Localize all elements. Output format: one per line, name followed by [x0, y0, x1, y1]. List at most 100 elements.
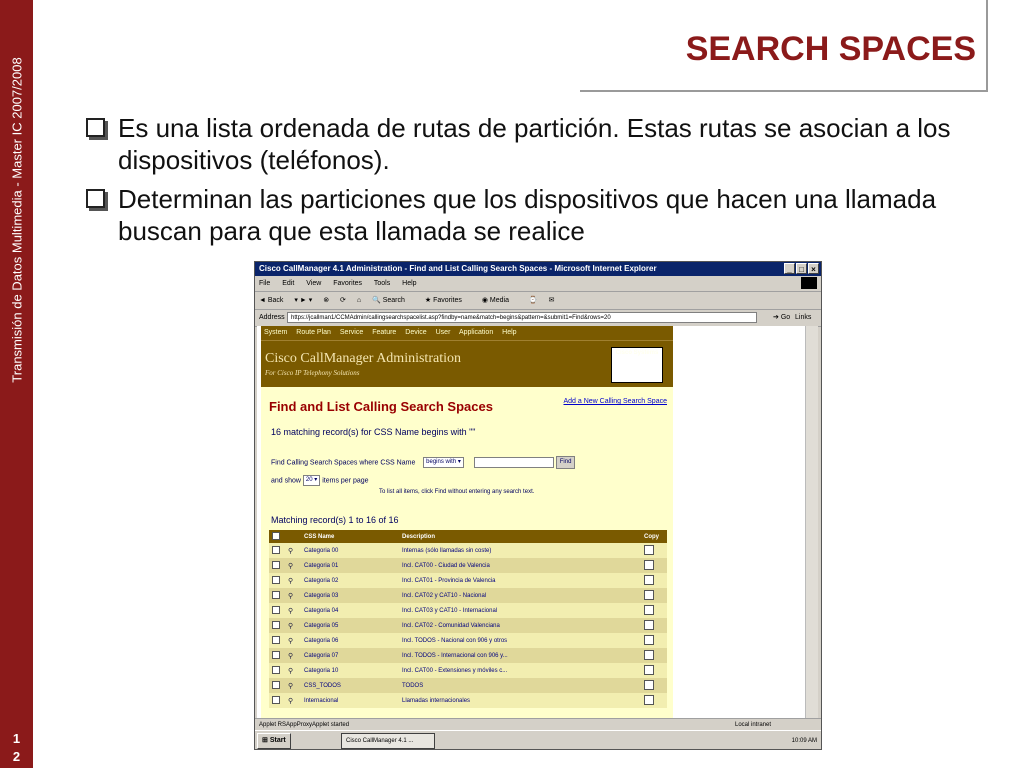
browser-status-bar: Applet RSAppProxyApplet started Local in…	[255, 718, 821, 730]
find-button[interactable]: Find	[555, 456, 576, 469]
refresh-icon[interactable]: ⟳	[340, 297, 346, 304]
ccm-menu-route-plan[interactable]: Route Plan	[296, 329, 331, 336]
browser-menu-bar: File Edit View Favorites Tools Help	[255, 276, 821, 292]
css-name-link[interactable]: Categoria 06	[301, 633, 399, 648]
vertical-scrollbar[interactable]	[805, 326, 818, 718]
css-name-link[interactable]: Categoria 03	[301, 588, 399, 603]
mail-icon[interactable]: ✉	[549, 297, 555, 304]
css-name-link[interactable]: Categoria 04	[301, 603, 399, 618]
css-name-link[interactable]: Internacional	[301, 693, 399, 708]
css-name-link[interactable]: Categoria 07	[301, 648, 399, 663]
row-checkbox[interactable]	[272, 605, 280, 614]
css-name-link[interactable]: Categoria 05	[301, 618, 399, 633]
row-checkbox[interactable]	[272, 590, 280, 599]
taskbar-browser-item[interactable]: Cisco CallManager 4.1 ...	[341, 733, 435, 749]
slide-sidebar: Transmisión de Datos Multimedia - Master…	[0, 0, 33, 768]
ccm-menu-feature[interactable]: Feature	[372, 329, 396, 336]
address-input[interactable]: https://jcallman1/CCMAdmin/callingsearch…	[287, 312, 757, 323]
back-button[interactable]: ◄ Back ▾ ► ▾	[259, 297, 312, 304]
ccm-menu-bar: System Route Plan Service Feature Device…	[261, 326, 673, 340]
row-checkbox[interactable]	[272, 635, 280, 644]
search-button[interactable]: 🔍 Search	[372, 297, 414, 304]
add-css-link[interactable]: Add a New Calling Search Space	[563, 398, 667, 405]
ccm-menu-application[interactable]: Application	[459, 329, 493, 336]
css-name-link[interactable]: CSS_TODOS	[301, 678, 399, 693]
copy-icon[interactable]	[644, 589, 654, 600]
minimize-icon[interactable]: _	[784, 263, 795, 274]
row-checkbox[interactable]	[272, 560, 280, 569]
ccm-banner-title: Cisco CallManager Administration	[265, 351, 461, 366]
copy-icon[interactable]	[644, 679, 654, 690]
copy-icon[interactable]	[644, 604, 654, 615]
links-button[interactable]: Links	[795, 310, 811, 326]
css-name-link[interactable]: Categoria 02	[301, 573, 399, 588]
css-description: Incl. CAT03 y CAT10 - Internacional	[399, 603, 641, 618]
ccm-menu-user[interactable]: User	[436, 329, 451, 336]
menu-favorites[interactable]: Favorites	[333, 280, 362, 287]
menu-help[interactable]: Help	[402, 280, 416, 287]
css-description: Internas (sólo llamadas sin coste)	[399, 543, 641, 558]
copy-icon[interactable]	[644, 619, 654, 630]
go-button[interactable]: ➔ Go	[773, 310, 790, 326]
maximize-icon[interactable]: □	[796, 263, 807, 274]
checkbox-bullet-icon	[86, 189, 105, 208]
ccm-menu-system[interactable]: System	[264, 329, 287, 336]
row-checkbox[interactable]	[272, 620, 280, 629]
row-checkbox[interactable]	[272, 650, 280, 659]
menu-edit[interactable]: Edit	[282, 280, 294, 287]
row-checkbox[interactable]	[272, 575, 280, 584]
stop-icon[interactable]: ⊗	[323, 297, 329, 304]
css-name-link[interactable]: Categoria 01	[301, 558, 399, 573]
row-checkbox[interactable]	[272, 665, 280, 674]
row-checkbox[interactable]	[272, 680, 280, 689]
css-name-link[interactable]: Categoria 10	[301, 663, 399, 678]
css-icon: ⚲	[288, 697, 294, 705]
copy-icon[interactable]	[644, 664, 654, 675]
menu-tools[interactable]: Tools	[374, 280, 390, 287]
match-select[interactable]: begins with ▾	[423, 457, 464, 468]
copy-icon[interactable]	[644, 634, 654, 645]
css-description: Incl. CAT02 - Comunidad Valenciana	[399, 618, 641, 633]
favorites-button[interactable]: ★ Favorites	[425, 297, 471, 304]
copy-icon[interactable]	[644, 559, 654, 570]
matching-records-text: Matching record(s) 1 to 16 of 16	[271, 515, 399, 525]
table-row: ⚲ Categoria 06 Incl. TODOS - Nacional con …	[269, 633, 667, 648]
copy-icon[interactable]	[644, 544, 654, 555]
menu-file[interactable]: File	[259, 280, 270, 287]
css-icon: ⚲	[288, 592, 294, 600]
window-title-bar: Cisco CallManager 4.1 Administration - F…	[255, 262, 821, 276]
row-checkbox[interactable]	[272, 545, 280, 554]
ccm-menu-help[interactable]: Help	[502, 329, 516, 336]
close-icon[interactable]: ×	[808, 263, 819, 274]
course-vertical-text: Transmisión de Datos Multimedia - Master…	[9, 57, 25, 383]
row-checkbox[interactable]	[272, 695, 280, 704]
column-copy: Copy	[641, 530, 667, 543]
ccm-menu-service[interactable]: Service	[340, 329, 363, 336]
css-icon: ⚲	[288, 667, 294, 675]
record-count-text: 16 matching record(s) for CSS Name begin…	[271, 427, 476, 437]
table-row: ⚲ CSS_TODOS TODOS	[269, 678, 667, 693]
copy-icon[interactable]	[644, 574, 654, 585]
per-page-label: items per page	[322, 477, 369, 485]
menu-view[interactable]: View	[306, 280, 321, 287]
ccm-menu-device[interactable]: Device	[405, 329, 426, 336]
table-row: ⚲ Categoria 01 Incl. CAT00 - Ciudad de Val…	[269, 558, 667, 573]
select-all-checkbox[interactable]	[272, 531, 280, 540]
search-text-input[interactable]	[473, 457, 554, 468]
ccm-page-heading: Find and List Calling Search Spaces	[269, 399, 493, 414]
start-button[interactable]: ⊞ Start	[257, 733, 291, 749]
css-name-link[interactable]: Categoria 00	[301, 543, 399, 558]
bullet-text: Es una lista ordenada de rutas de partic…	[118, 113, 951, 175]
status-text: Applet RSAppProxyApplet started	[259, 722, 350, 728]
column-css-name: CSS Name	[301, 530, 399, 543]
rows-select[interactable]: 20 ▾	[302, 475, 321, 486]
browser-content: System Route Plan Service Feature Device…	[257, 326, 818, 718]
copy-icon[interactable]	[644, 694, 654, 705]
column-description: Description	[399, 530, 641, 543]
copy-icon[interactable]	[644, 649, 654, 660]
home-icon[interactable]: ⌂	[357, 297, 361, 304]
bullet-list: Es una lista ordenada de rutas de partic…	[84, 112, 984, 254]
history-icon[interactable]: ⌚	[529, 297, 538, 304]
css-icon: ⚲	[288, 607, 294, 615]
media-button[interactable]: ◉ Media	[482, 297, 518, 304]
